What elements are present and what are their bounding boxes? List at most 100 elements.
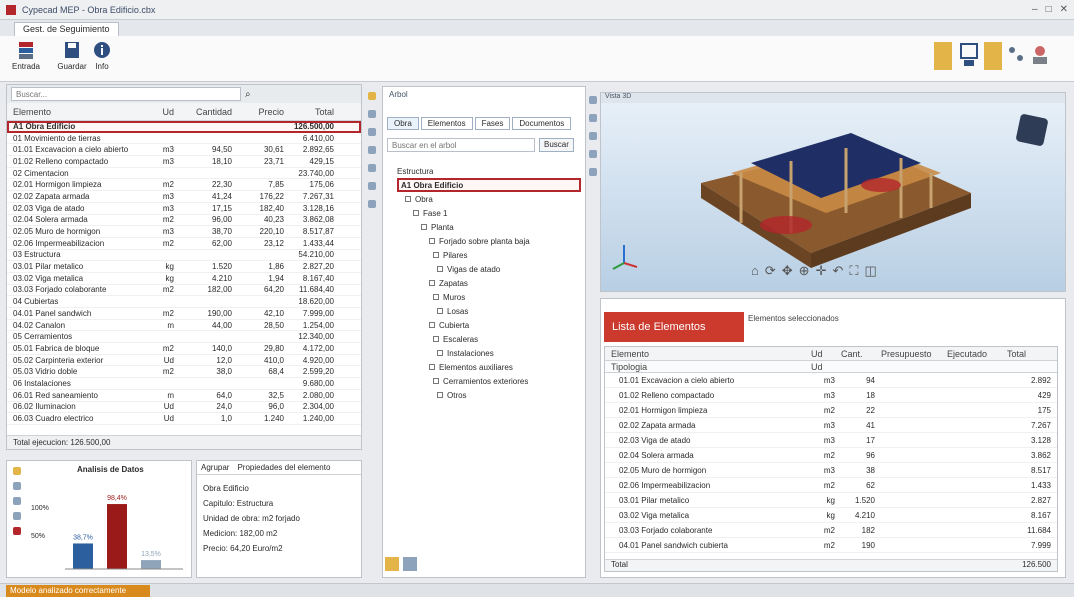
list-item[interactable]: 03.02 Viga metalica kg 4.210 8.167: [605, 508, 1057, 523]
tree-tab-obra[interactable]: Obra: [387, 117, 419, 130]
expand-icon[interactable]: [405, 196, 411, 202]
table-row[interactable]: 03.02 Viga metalica kg 4.210 1,94 8.167,40: [7, 273, 361, 285]
tool-icon-7[interactable]: [368, 200, 376, 208]
expand-icon[interactable]: [433, 294, 439, 300]
close-icon[interactable]: ✕: [1060, 4, 1068, 15]
tree-item[interactable]: Pilares: [397, 248, 581, 262]
zoom-icon[interactable]: ⊕: [799, 263, 810, 279]
home-icon[interactable]: ⌂: [751, 263, 759, 279]
expand-icon[interactable]: [433, 336, 439, 342]
expand-icon[interactable]: [433, 252, 439, 258]
table-row[interactable]: 02 Cimentacion 23.740,00: [7, 168, 361, 180]
expand-icon[interactable]: [437, 350, 443, 356]
list-item[interactable]: 03.01 Pilar metalico kg 1.520 2.827: [605, 493, 1057, 508]
rtool-icon-2[interactable]: [589, 114, 597, 122]
tree-item[interactable]: Fase 1: [397, 206, 581, 220]
tree-tab-elementos[interactable]: Elementos: [420, 117, 473, 130]
rtool-icon-5[interactable]: [589, 168, 597, 176]
user-icon[interactable]: [1030, 44, 1050, 66]
tree-search-button[interactable]: Buscar: [539, 138, 574, 152]
list-item[interactable]: 04.01 Panel sandwich cubierta m2 190 7.999: [605, 538, 1057, 553]
list-item[interactable]: 01.02 Relleno compactado m3 18 429: [605, 388, 1057, 403]
table-row[interactable]: 03 Estructura 54.210,00: [7, 250, 361, 262]
chart-tool-icon-3[interactable]: [13, 497, 21, 505]
tool-icon-6[interactable]: [368, 182, 376, 190]
layout-icon[interactable]: [960, 42, 978, 68]
filter-icon[interactable]: [403, 557, 417, 571]
rtool-icon-4[interactable]: [589, 150, 597, 158]
table-row[interactable]: 06.02 Iluminacion Ud 24,0 96,0 2.304,00: [7, 402, 361, 414]
table-row[interactable]: 02.03 Viga de atado m3 17,15 182,40 3.128,16: [7, 203, 361, 215]
maximize-icon[interactable]: □: [1046, 4, 1052, 15]
table-row[interactable]: 06 Instalaciones 9.680,00: [7, 378, 361, 390]
expand-icon[interactable]: [437, 266, 443, 272]
search-icon[interactable]: ⌕: [245, 89, 251, 100]
table-row[interactable]: 01 Movimiento de tierras 6.410,00: [7, 133, 361, 145]
folder-icon[interactable]: [385, 557, 399, 571]
list-item[interactable]: 02.03 Viga de atado m3 17 3.128: [605, 433, 1057, 448]
tools-icon[interactable]: [1006, 44, 1026, 66]
egrid-col-total[interactable]: Total: [1001, 349, 1041, 359]
tab-agrupar[interactable]: Agrupar: [201, 463, 229, 472]
tree-item[interactable]: Otros: [397, 388, 581, 402]
table-row[interactable]: 04.02 Canalon m 44,00 28,50 1.254,00: [7, 320, 361, 332]
table-row[interactable]: 03.01 Pilar metalico kg 1.520 1,86 2.827,20: [7, 261, 361, 273]
tree-tab-fases[interactable]: Fases: [474, 117, 511, 130]
rtool-icon-3[interactable]: [589, 132, 597, 140]
expand-icon[interactable]: [429, 364, 435, 370]
table-row[interactable]: 04.01 Panel sandwich m2 190,00 42,10 7.999,0…: [7, 308, 361, 320]
egrid-col-elemento[interactable]: Elemento: [605, 349, 805, 359]
egrid-col-ud[interactable]: Ud: [805, 349, 835, 359]
pan-icon[interactable]: ✥: [782, 263, 793, 279]
expand-icon[interactable]: [433, 378, 439, 384]
chart-bar[interactable]: [141, 560, 161, 569]
tree-item[interactable]: Forjado sobre planta baja: [397, 234, 581, 248]
tool-icon-4[interactable]: [368, 146, 376, 154]
egrid-col-cant[interactable]: Cant.: [835, 349, 875, 359]
egrid-col-presupuesto[interactable]: Presupuesto: [875, 349, 941, 359]
list-item[interactable]: 02.05 Muro de hormigon m3 38 8.517: [605, 463, 1057, 478]
chart-tool-icon-5[interactable]: [13, 527, 21, 535]
expand-icon[interactable]: [429, 322, 435, 328]
col-cantidad[interactable]: Cantidad: [180, 107, 238, 117]
tree-item[interactable]: Vigas de atado: [397, 262, 581, 276]
fit-icon[interactable]: ⛶: [849, 263, 858, 279]
expand-icon[interactable]: [437, 308, 443, 314]
ribbon-tool-yellow-1[interactable]: [934, 42, 952, 70]
list-item[interactable]: 02.06 Impermeabilizacion m2 62 1.433: [605, 478, 1057, 493]
col-total[interactable]: Total: [290, 107, 340, 117]
tree-item[interactable]: Losas: [397, 304, 581, 318]
table-row[interactable]: 02.06 Impermeabilizacion m2 62,00 23,12 1.43…: [7, 238, 361, 250]
expand-icon[interactable]: [421, 224, 427, 230]
tab-lista-elementos[interactable]: Lista de Elementos: [604, 312, 744, 342]
minimize-icon[interactable]: –: [1032, 4, 1038, 15]
budget-search-input[interactable]: [11, 87, 241, 101]
chart-tool-icon-1[interactable]: [13, 467, 21, 475]
chart-tool-icon-4[interactable]: [13, 512, 21, 520]
table-row[interactable]: A1 Obra Edificio 126.500,00: [7, 121, 361, 133]
tree-item[interactable]: Escaleras: [397, 332, 581, 346]
expand-icon[interactable]: [413, 210, 419, 216]
table-row[interactable]: 03.03 Forjado colaborante m2 182,00 64,20 11…: [7, 285, 361, 297]
entrada-button[interactable]: Entrada: [10, 40, 42, 71]
table-row[interactable]: 05.01 Fabrica de bloque m2 140,0 29,80 4.172…: [7, 343, 361, 355]
tree-item[interactable]: Cerramientos exteriores: [397, 374, 581, 388]
table-row[interactable]: 02.02 Zapata armada m3 41,24 176,22 7.267,31: [7, 191, 361, 203]
tree-item[interactable]: Obra: [397, 192, 581, 206]
subtab-seleccionados[interactable]: Elementos seleccionados: [748, 314, 839, 323]
undo-icon[interactable]: ↶: [832, 263, 843, 279]
table-row[interactable]: 01.01 Excavacion a cielo abierto m3 94,50 3…: [7, 144, 361, 157]
list-item[interactable]: 02.01 Hormigon limpieza m2 22 175: [605, 403, 1057, 418]
list-item[interactable]: 01.01 Excavacion a cielo abierto m3 94 2.89…: [605, 373, 1057, 388]
list-item[interactable]: 02.02 Zapata armada m3 41 7.267: [605, 418, 1057, 433]
list-item[interactable]: 03.03 Forjado colaborante m2 182 11.684: [605, 523, 1057, 538]
rtool-icon-1[interactable]: [589, 96, 597, 104]
table-row[interactable]: 04 Cubiertas 18.620,00: [7, 296, 361, 308]
tree-item[interactable]: Instalaciones: [397, 346, 581, 360]
table-row[interactable]: 06.03 Cuadro electrico Ud 1,0 1.240 1.240,00: [7, 413, 361, 425]
chart-bar[interactable]: [73, 543, 93, 569]
table-row[interactable]: 05.03 Vidrio doble m2 38,0 68,4 2.599,20: [7, 366, 361, 379]
tab-propiedades[interactable]: Propiedades del elemento: [237, 463, 330, 472]
col-ud[interactable]: Ud: [142, 107, 180, 117]
chart-bar[interactable]: [107, 504, 127, 569]
